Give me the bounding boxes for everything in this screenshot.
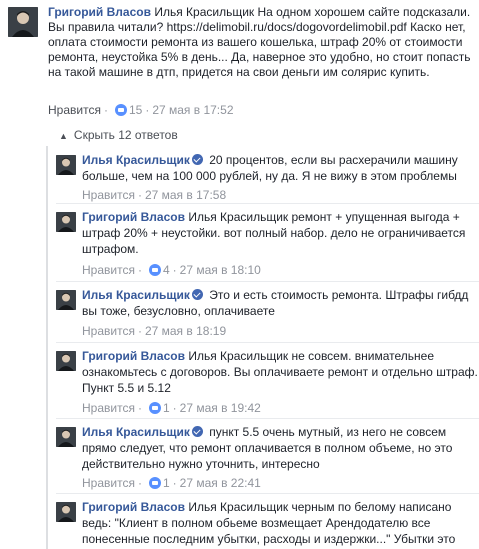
dot-separator: · bbox=[172, 263, 177, 277]
reply-divider bbox=[56, 281, 479, 282]
like-button[interactable]: Нравится bbox=[82, 324, 135, 338]
reply-author[interactable]: Григорий Власов bbox=[82, 349, 185, 363]
dot-separator: · bbox=[137, 188, 142, 202]
dot-separator: · bbox=[172, 401, 177, 415]
dot-separator: · bbox=[145, 103, 150, 117]
verified-badge-icon bbox=[191, 289, 203, 300]
replies-toggle-label: Скрыть 12 ответов bbox=[73, 128, 178, 142]
reply-author[interactable]: Григорий Власов bbox=[82, 500, 185, 514]
verified-badge-icon bbox=[191, 154, 203, 165]
dot-separator: · bbox=[137, 401, 142, 415]
dot-separator: · bbox=[137, 476, 142, 490]
reply-divider bbox=[56, 342, 479, 343]
like-count[interactable]: 1 bbox=[163, 476, 170, 490]
reply-avatar[interactable] bbox=[56, 290, 76, 310]
like-icon[interactable] bbox=[114, 104, 127, 116]
like-count[interactable]: 1 bbox=[163, 401, 170, 415]
dot-separator: · bbox=[137, 263, 142, 277]
like-button[interactable]: Нравится bbox=[48, 103, 101, 117]
reply-body: Григорий Власов Илья Красильщик не совсе… bbox=[82, 348, 478, 396]
timestamp[interactable]: 27 мая в 17:52 bbox=[152, 103, 233, 117]
timestamp[interactable]: 27 мая в 22:41 bbox=[180, 476, 261, 490]
hide-replies-toggle[interactable]: ▲ Скрыть 12 ответов bbox=[59, 128, 178, 143]
comment-body: Григорий Власов Илья Красильщик На одном… bbox=[48, 5, 472, 80]
timestamp[interactable]: 27 мая в 17:58 bbox=[145, 188, 226, 202]
reply-actions: Нравится · 27 мая в 18:19 bbox=[82, 324, 226, 338]
verified-badge-icon bbox=[191, 426, 203, 437]
reply-author[interactable]: Илья Красильщик bbox=[82, 288, 190, 302]
reply-body: Илья Красильщик Это и есть стоимость рем… bbox=[82, 287, 478, 319]
like-icon[interactable] bbox=[148, 264, 161, 276]
reply-divider bbox=[56, 418, 479, 419]
dot-separator: · bbox=[103, 103, 108, 117]
reply-avatar[interactable] bbox=[56, 502, 76, 522]
author-avatar[interactable] bbox=[8, 7, 38, 37]
like-button[interactable]: Нравится bbox=[82, 263, 135, 277]
comment-author[interactable]: Григорий Власов bbox=[48, 5, 151, 19]
like-button[interactable]: Нравится bbox=[82, 401, 135, 415]
reply-divider bbox=[56, 203, 479, 204]
reply-avatar[interactable] bbox=[56, 427, 76, 447]
like-count[interactable]: 4 bbox=[163, 263, 170, 277]
reply-body: Григорий Власов Илья Красильщик черным п… bbox=[82, 499, 478, 547]
reply-author[interactable]: Илья Красильщик bbox=[82, 425, 190, 439]
like-icon[interactable] bbox=[148, 477, 161, 489]
reply-actions: Нравится · 1 · 27 мая в 22:41 bbox=[82, 476, 261, 490]
reply-divider bbox=[56, 493, 479, 494]
like-count[interactable]: 15 bbox=[129, 103, 142, 117]
reply-actions: Нравится · 4 · 27 мая в 18:10 bbox=[82, 263, 261, 277]
like-button[interactable]: Нравится bbox=[82, 188, 135, 202]
reply-author[interactable]: Григорий Власов bbox=[82, 210, 185, 224]
timestamp[interactable]: 27 мая в 19:42 bbox=[180, 401, 261, 415]
comment-actions: Нравится · 15 · 27 мая в 17:52 bbox=[48, 103, 234, 117]
reply-actions: Нравится · 27 мая в 17:58 bbox=[82, 188, 226, 202]
timestamp[interactable]: 27 мая в 18:19 bbox=[145, 324, 226, 338]
like-icon[interactable] bbox=[148, 402, 161, 414]
reply-actions: Нравится · 1 · 27 мая в 19:42 bbox=[82, 401, 261, 415]
reply-body: Илья Красильщик пункт 5.5 очень мутный, … bbox=[82, 424, 478, 472]
timestamp[interactable]: 27 мая в 18:10 bbox=[180, 263, 261, 277]
reply-body: Илья Красильщик 20 процентов, если вы ра… bbox=[82, 152, 478, 184]
dot-separator: · bbox=[137, 324, 142, 338]
reply-body: Григорий Власов Илья Красильщик ремонт +… bbox=[82, 209, 478, 257]
replies-thread-line bbox=[46, 146, 48, 549]
reply-author[interactable]: Илья Красильщик bbox=[82, 153, 190, 167]
reply-avatar[interactable] bbox=[56, 155, 76, 175]
chevron-up-icon: ▲ bbox=[59, 131, 68, 141]
dot-separator: · bbox=[172, 476, 177, 490]
reply-avatar[interactable] bbox=[56, 351, 76, 371]
reply-avatar[interactable] bbox=[56, 212, 76, 232]
like-button[interactable]: Нравится bbox=[82, 476, 135, 490]
